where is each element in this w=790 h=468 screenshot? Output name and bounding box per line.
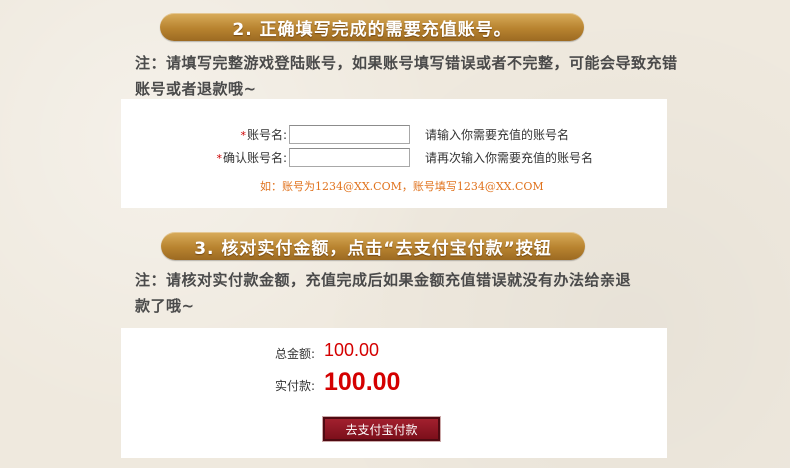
total-amount-label: 总金额: xyxy=(275,347,316,361)
section-3-note-line2: 款了哦~ xyxy=(135,297,195,315)
section-2-title: 2. 正确填写完成的需要充值账号。 xyxy=(232,19,512,40)
alipay-pay-button[interactable]: 去支付宝付款 xyxy=(322,416,441,442)
account-label: 账号名: xyxy=(246,128,287,142)
alipay-pay-button-label: 去支付宝付款 xyxy=(345,422,418,437)
section-2-banner: 2. 正确填写完成的需要充值账号。 xyxy=(160,13,584,41)
actual-amount-value: 100.00 xyxy=(324,368,401,396)
account-form-panel: *账号名: 请输入你需要充值的账号名 *确认账号名: 请再次输入你需要充值的账号… xyxy=(121,99,667,208)
confirm-account-input[interactable] xyxy=(289,148,410,167)
payment-panel: 总金额: 100.00 实付款: 100.00 去支付宝付款 xyxy=(121,328,667,458)
section-2-note: 注：请填写完整游戏登陆账号，如果账号填写错误或者不完整，可能会导致充错 账号或者… xyxy=(135,50,775,102)
required-mark: * xyxy=(216,152,222,165)
confirm-account-hint: 请再次输入你需要充值的账号名 xyxy=(425,151,594,165)
section-3-banner: 3. 核对实付金额，点击“去支付宝付款”按钮 xyxy=(161,232,585,260)
account-input[interactable] xyxy=(289,125,410,144)
confirm-label-wrap: *确认账号名: xyxy=(215,149,287,166)
section-2-note-line1: 注：请填写完整游戏登陆账号，如果账号填写错误或者不完整，可能会导致充错 xyxy=(135,54,678,72)
confirm-account-label: 确认账号名: xyxy=(222,151,287,165)
section-3-title: 3. 核对实付金额，点击“去支付宝付款”按钮 xyxy=(194,238,552,259)
section-3-note: 注：请核对实付款金额，充值完成后如果金额充值错误就没有办法给亲退 款了哦~ xyxy=(135,267,775,319)
account-row: *账号名: 请输入你需要充值的账号名 xyxy=(231,125,569,144)
required-mark: * xyxy=(240,129,246,142)
section-3-note-line1: 注：请核对实付款金额，充值完成后如果金额充值错误就没有办法给亲退 xyxy=(135,271,632,289)
account-example-text: 如：账号为1234@XX.COM，账号填写1234@XX.COM xyxy=(260,180,544,193)
actual-amount-label: 实付款: xyxy=(275,379,316,393)
account-hint: 请输入你需要充值的账号名 xyxy=(425,128,570,142)
total-amount-value: 100.00 xyxy=(324,340,380,360)
confirm-account-row: *确认账号名: 请再次输入你需要充值的账号名 xyxy=(215,148,593,167)
account-label-wrap: *账号名: xyxy=(231,126,287,143)
